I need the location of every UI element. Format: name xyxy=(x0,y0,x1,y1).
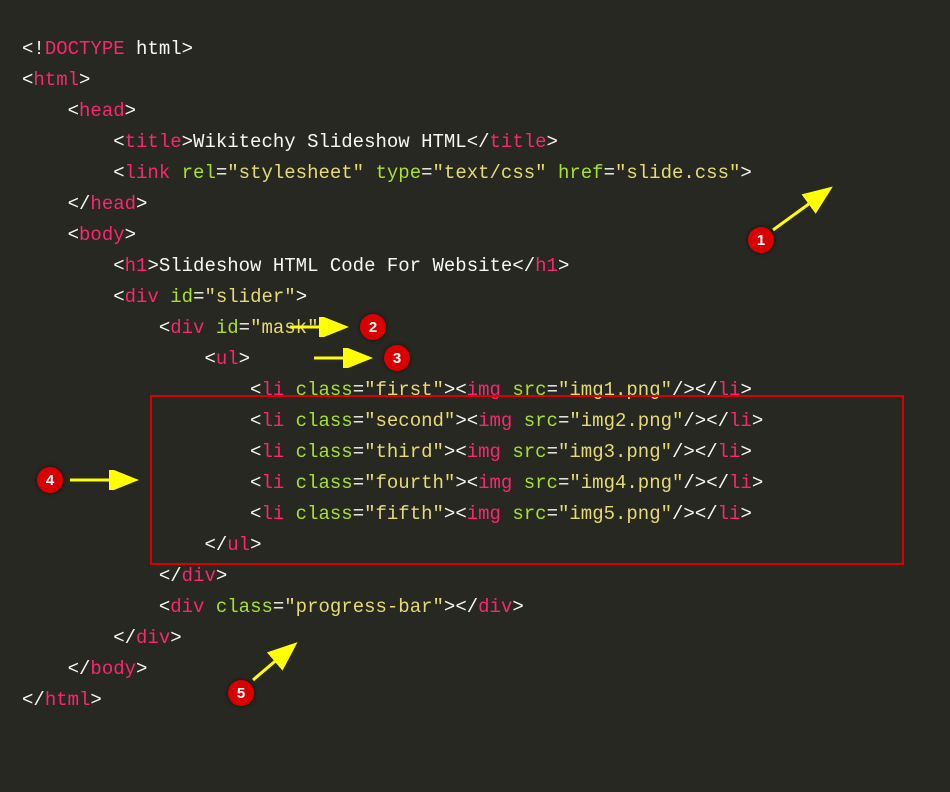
body-open: body xyxy=(79,224,125,246)
code-block: <!DOCTYPE html> <html> <head> <title>Wik… xyxy=(0,0,785,750)
mask-id: "mask" xyxy=(250,317,318,339)
progress-bar-class: "progress-bar" xyxy=(284,596,444,618)
h1-text: Slideshow HTML Code For Website xyxy=(159,255,512,277)
badge-5: 5 xyxy=(228,680,254,706)
badge-4: 4 xyxy=(37,467,63,493)
badge-2: 2 xyxy=(360,314,386,340)
highlight-box xyxy=(150,395,904,565)
title-open: title xyxy=(125,131,182,153)
badge-1: 1 xyxy=(748,227,774,253)
html-open: html xyxy=(33,69,79,91)
doctype-arg: html xyxy=(125,38,182,60)
badge-3: 3 xyxy=(384,345,410,371)
title-text: Wikitechy Slideshow HTML xyxy=(193,131,467,153)
doctype-name: DOCTYPE xyxy=(45,38,125,60)
doctype-open: <! xyxy=(22,38,45,60)
link-tag: link xyxy=(125,162,171,184)
doctype-close: > xyxy=(182,38,193,60)
slider-id: "slider" xyxy=(204,286,295,308)
head-open: head xyxy=(79,100,125,122)
